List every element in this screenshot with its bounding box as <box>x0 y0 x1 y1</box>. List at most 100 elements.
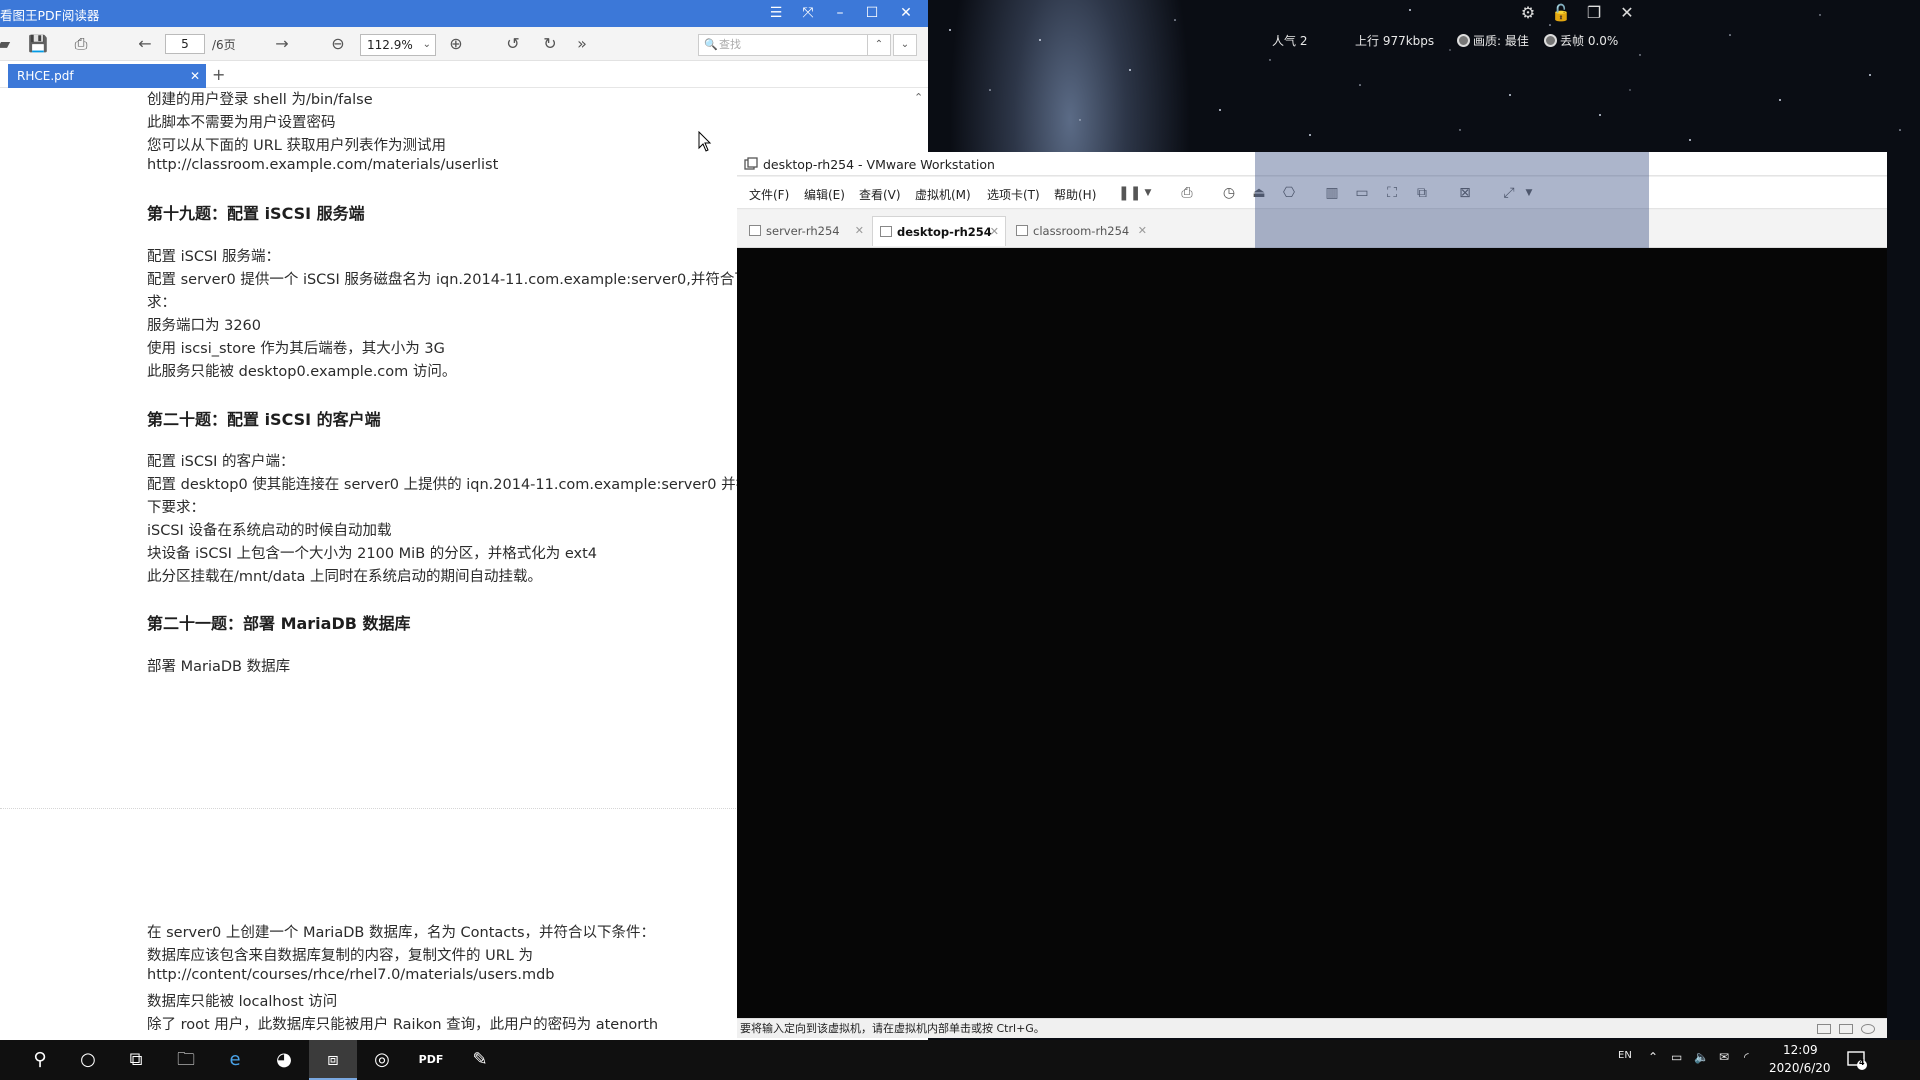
text-line: 创建的用户登录 shell 为/bin/false <box>147 92 373 108</box>
restore-snapshot-icon[interactable]: ⏏ <box>1249 184 1269 202</box>
menu-vm[interactable]: 虚拟机(M) <box>915 186 971 203</box>
rotate-right-icon[interactable]: ↻ <box>538 33 562 55</box>
full-screen-icon[interactable]: ⛶ <box>1382 184 1402 202</box>
save-icon[interactable]: 💾 <box>26 33 50 55</box>
menu-view[interactable]: 查看(V) <box>859 186 901 203</box>
zoom-select[interactable]: 112.9% ⌄ <box>360 34 436 56</box>
pause-icon[interactable]: ❚❚ <box>1118 184 1141 202</box>
file-explorer-icon[interactable]: 🗀 <box>162 1040 210 1080</box>
tab-classroom-rh254[interactable]: classroom-rh254 ✕ <box>1009 216 1153 246</box>
next-page-icon[interactable]: → <box>270 33 294 55</box>
status-hint: 要将输入定向到该虚拟机，请在虚拟机内部单击或按 Ctrl+G。 <box>740 1022 1045 1035</box>
chrome-icon[interactable]: ◎ <box>358 1040 406 1080</box>
tab-desktop-rh254[interactable]: desktop-rh254 ✕ <box>872 216 1006 246</box>
zoom-in-icon[interactable]: ⊕ <box>444 33 468 55</box>
print-icon[interactable]: ⎙ <box>69 33 93 55</box>
text-line: 配置 iSCSI 的客户端： <box>147 454 295 470</box>
cortana-icon[interactable]: ○ <box>64 1040 112 1080</box>
lock-icon[interactable]: 🔓 <box>1551 3 1571 23</box>
pdf-reader-icon[interactable]: PDF <box>407 1040 455 1080</box>
more-tools-icon[interactable]: » <box>570 33 594 55</box>
upload-rate: 上行 977kbps <box>1355 34 1435 48</box>
scroll-up-icon[interactable]: ⌃ <box>914 91 923 104</box>
console-view-icon[interactable]: ⊠ <box>1455 184 1475 202</box>
clock-date[interactable]: 2020/6/20 <box>1769 1061 1831 1075</box>
close-tab-icon[interactable]: ✕ <box>190 64 200 88</box>
menu-file[interactable]: 文件(F) <box>749 186 789 203</box>
mouse-cursor-icon <box>698 131 712 152</box>
send-ctrl-alt-del-icon[interactable]: ⎙ <box>1177 184 1197 202</box>
tab-server-rh254[interactable]: server-rh254 ✕ <box>742 216 870 246</box>
thumbnail-bar-icon[interactable]: ▭ <box>1352 184 1372 202</box>
unity-icon[interactable]: ⧉ <box>1412 184 1432 202</box>
chevron-down-icon[interactable]: ▼ <box>1138 184 1158 202</box>
document-tab[interactable]: RHCE.pdf ✕ <box>8 64 206 88</box>
hard-disk-icon[interactable] <box>1817 1024 1831 1034</box>
show-hidden-icons-icon[interactable]: ⌃ <box>1648 1050 1658 1064</box>
close-tab-icon[interactable]: ✕ <box>855 216 864 246</box>
library-icon[interactable]: ▥ <box>1322 184 1342 202</box>
open-file-icon[interactable]: ▰ <box>0 33 16 55</box>
search-next-button[interactable]: ⌄ <box>893 34 917 56</box>
edge-icon[interactable]: e <box>211 1040 259 1080</box>
vmware-menubar: 文件(F) 编辑(E) 查看(V) 虚拟机(M) 选项卡(T) 帮助(H) ❚❚… <box>737 177 1887 209</box>
menu-help[interactable]: 帮助(H) <box>1054 186 1096 203</box>
text-line: 除了 root 用户，此数据库只能被用户 Raikon 查询，此用户的密码为 a… <box>147 1017 659 1033</box>
zoom-out-icon[interactable]: ⊖ <box>326 33 350 55</box>
snapshot-manager-icon[interactable]: ⎔ <box>1279 184 1299 202</box>
notification-count: 4 <box>1859 1058 1865 1067</box>
text-line: iSCSI 设备在系统启动的时候自动加载 <box>147 523 392 539</box>
settings-icon[interactable]: ⚙ <box>1518 3 1538 23</box>
close-tab-icon[interactable]: ✕ <box>1138 216 1147 246</box>
vmware-title: desktop-rh254 - VMware Workstation <box>763 157 995 172</box>
battery-icon[interactable]: ▭ <box>1671 1050 1682 1064</box>
quality-indicator[interactable]: 画质: 最佳 <box>1457 32 1529 49</box>
task-view-icon[interactable]: ⧉ <box>112 1040 160 1080</box>
browser-icon[interactable]: ◕ <box>260 1040 308 1080</box>
text-line: 此脚本不需要为用户设置密码 <box>147 115 336 131</box>
menu-edit[interactable]: 编辑(E) <box>804 186 845 203</box>
page-number-input[interactable]: 5 <box>165 34 205 54</box>
clock-time[interactable]: 12:09 <box>1783 1043 1818 1057</box>
wifi-icon[interactable]: ◜ <box>1744 1050 1749 1064</box>
minimize-button[interactable]: – <box>824 0 856 27</box>
text-line: 数据库只能被 localhost 访问 <box>147 994 338 1010</box>
close-button[interactable]: ✕ <box>890 0 922 27</box>
network-adapter-icon[interactable] <box>1839 1024 1853 1034</box>
pdf-toolbar: ▰ 💾 ⎙ ← 5 /6页 → ⊖ 112.9% ⌄ ⊕ ↺ ↻ » 🔍 查找 … <box>0 27 928 61</box>
prev-page-icon[interactable]: ← <box>133 33 157 55</box>
maximize-button[interactable]: ☐ <box>856 0 888 27</box>
section-heading: 第十九题：配置 iSCSI 服务端 <box>147 204 365 223</box>
quality-radio-icon <box>1457 34 1470 47</box>
chevron-down-icon[interactable]: ▼ <box>1519 184 1539 202</box>
menu-tabs[interactable]: 选项卡(T) <box>987 186 1040 203</box>
notepad-icon[interactable]: ✎ <box>456 1040 504 1080</box>
volume-icon[interactable]: 🔈 <box>1694 1050 1709 1064</box>
close-tab-icon[interactable]: ✕ <box>990 217 999 247</box>
menu-icon[interactable]: ☰ <box>760 0 792 27</box>
input-language[interactable]: EN <box>1618 1050 1632 1061</box>
fullscreen-icon[interactable]: ⤧ <box>792 0 824 27</box>
add-tab-icon[interactable]: + <box>212 65 225 84</box>
stretch-icon[interactable]: ⤢ <box>1499 184 1519 202</box>
notification-center-icon[interactable]: 4 <box>1846 1050 1868 1070</box>
search-input[interactable]: 🔍 查找 <box>698 34 868 56</box>
search-prev-button[interactable]: ⌃ <box>867 34 891 56</box>
vmware-titlebar[interactable]: desktop-rh254 - VMware Workstation <box>737 152 1887 176</box>
usb-icon[interactable] <box>1861 1024 1875 1034</box>
pop-out-icon[interactable]: ❐ <box>1584 3 1604 23</box>
close-icon[interactable]: ✕ <box>1617 3 1637 23</box>
vm-tab-icon <box>880 226 892 237</box>
rotate-left-icon[interactable]: ↺ <box>501 33 525 55</box>
vm-console-screen[interactable] <box>737 248 1887 1018</box>
vmware-icon[interactable]: ⧈ <box>309 1040 357 1080</box>
snapshot-icon[interactable]: ◷ <box>1219 184 1239 202</box>
text-line: 使用 iscsi_store 作为其后端卷，其大小为 3G <box>147 341 445 357</box>
frame-loss-indicator[interactable]: 丢帧 0.0% <box>1544 32 1618 49</box>
pdf-titlebar[interactable]: 看图王PDF阅读器 ☰ ⤧ – ☐ ✕ <box>0 0 928 27</box>
vmware-logo-icon <box>744 157 758 170</box>
search-icon[interactable]: ⚲ <box>16 1040 64 1080</box>
vmware-statusbar: 要将输入定向到该虚拟机，请在虚拟机内部单击或按 Ctrl+G。 <box>737 1018 1887 1038</box>
text-line: 在 server0 上创建一个 MariaDB 数据库，名为 Contacts，… <box>147 925 656 941</box>
wechat-icon[interactable]: ✉ <box>1719 1050 1729 1064</box>
